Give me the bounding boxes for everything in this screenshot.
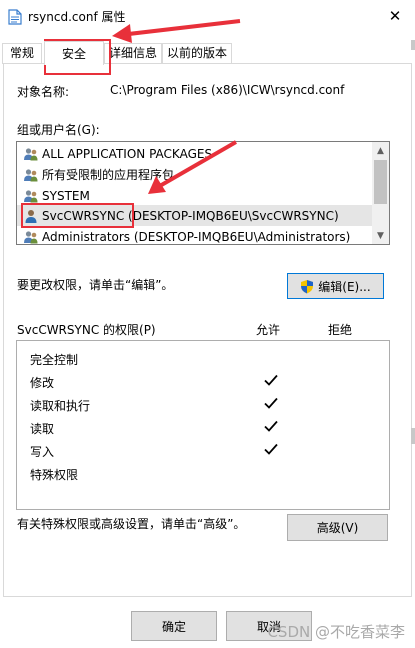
permissions-list: 完全控制 修改 读取和执行 读取 写入 特殊权限 xyxy=(16,340,390,510)
check-icon xyxy=(264,397,278,409)
check-icon xyxy=(264,443,278,455)
scroll-thumb[interactable] xyxy=(374,160,387,204)
edit-hint: 要更改权限，请单击“编辑”。 xyxy=(17,278,174,292)
edit-button[interactable]: 编辑(E)... xyxy=(287,273,384,299)
group-icon xyxy=(24,189,38,202)
groups-label: 组或用户名(G): xyxy=(17,123,100,137)
advanced-hint: 有关特殊权限或高级设置，请单击“高级”。 xyxy=(17,517,246,531)
permission-row: 特殊权限 xyxy=(30,468,79,482)
background-fragment xyxy=(411,40,415,50)
groups-listbox[interactable]: ALL APPLICATION PACKAGES 所有受限制的应用程序包 SYS… xyxy=(16,141,390,245)
permission-row: 完全控制 xyxy=(30,353,79,367)
user-icon xyxy=(25,209,37,223)
scroll-down-icon[interactable]: ▼ xyxy=(372,227,389,244)
group-icon xyxy=(24,168,38,181)
check-icon xyxy=(264,374,278,386)
deny-column-label: 拒绝 xyxy=(328,323,353,337)
permissions-header: SvcCWRSYNC 的权限(P) xyxy=(17,323,156,337)
tab-details[interactable]: 详细信息 xyxy=(104,43,162,64)
scroll-up-icon[interactable]: ▲ xyxy=(372,142,389,159)
close-button[interactable]: ✕ xyxy=(375,0,415,32)
uac-shield-icon xyxy=(301,279,314,293)
watermark: CSDN @不吃香菜李 xyxy=(267,623,405,641)
window-title: rsyncd.conf 属性 xyxy=(28,10,126,24)
permission-row: 读取和执行 xyxy=(17,393,389,416)
listbox-scrollbar[interactable]: ▲ ▼ xyxy=(372,142,389,244)
list-item[interactable]: SYSTEM xyxy=(17,185,372,206)
tab-previous-versions[interactable]: 以前的版本 xyxy=(162,43,232,64)
close-icon: ✕ xyxy=(388,7,402,25)
list-item-selected[interactable]: SvcCWRSYNC (DESKTOP-IMQB6EU\SvcCWRSYNC) xyxy=(17,205,372,226)
tab-general[interactable]: 常规 xyxy=(2,43,42,64)
document-icon xyxy=(8,9,22,25)
list-item[interactable]: ALL APPLICATION PACKAGES xyxy=(17,143,372,164)
list-item[interactable]: 所有受限制的应用程序包 xyxy=(17,164,372,185)
allow-column-label: 允许 xyxy=(256,323,281,337)
check-icon xyxy=(264,420,278,432)
permission-row: 修改 xyxy=(17,370,389,393)
list-item[interactable]: Administrators (DESKTOP-IMQB6EU\Administ… xyxy=(17,226,372,244)
object-name-value: C:\Program Files (x86)\ICW\rsyncd.conf xyxy=(110,83,345,97)
group-icon xyxy=(24,147,38,160)
ok-button[interactable]: 确定 xyxy=(131,611,217,641)
group-icon xyxy=(24,230,38,243)
permission-row: 写入 xyxy=(17,439,389,462)
object-name-label: 对象名称: xyxy=(17,85,70,99)
background-fragment xyxy=(411,428,415,444)
permission-row: 读取 xyxy=(17,416,389,439)
tab-security[interactable]: 安全 xyxy=(44,41,104,65)
title-bar: rsyncd.conf 属性 ✕ xyxy=(0,0,415,32)
advanced-button[interactable]: 高级(V) xyxy=(287,514,388,541)
